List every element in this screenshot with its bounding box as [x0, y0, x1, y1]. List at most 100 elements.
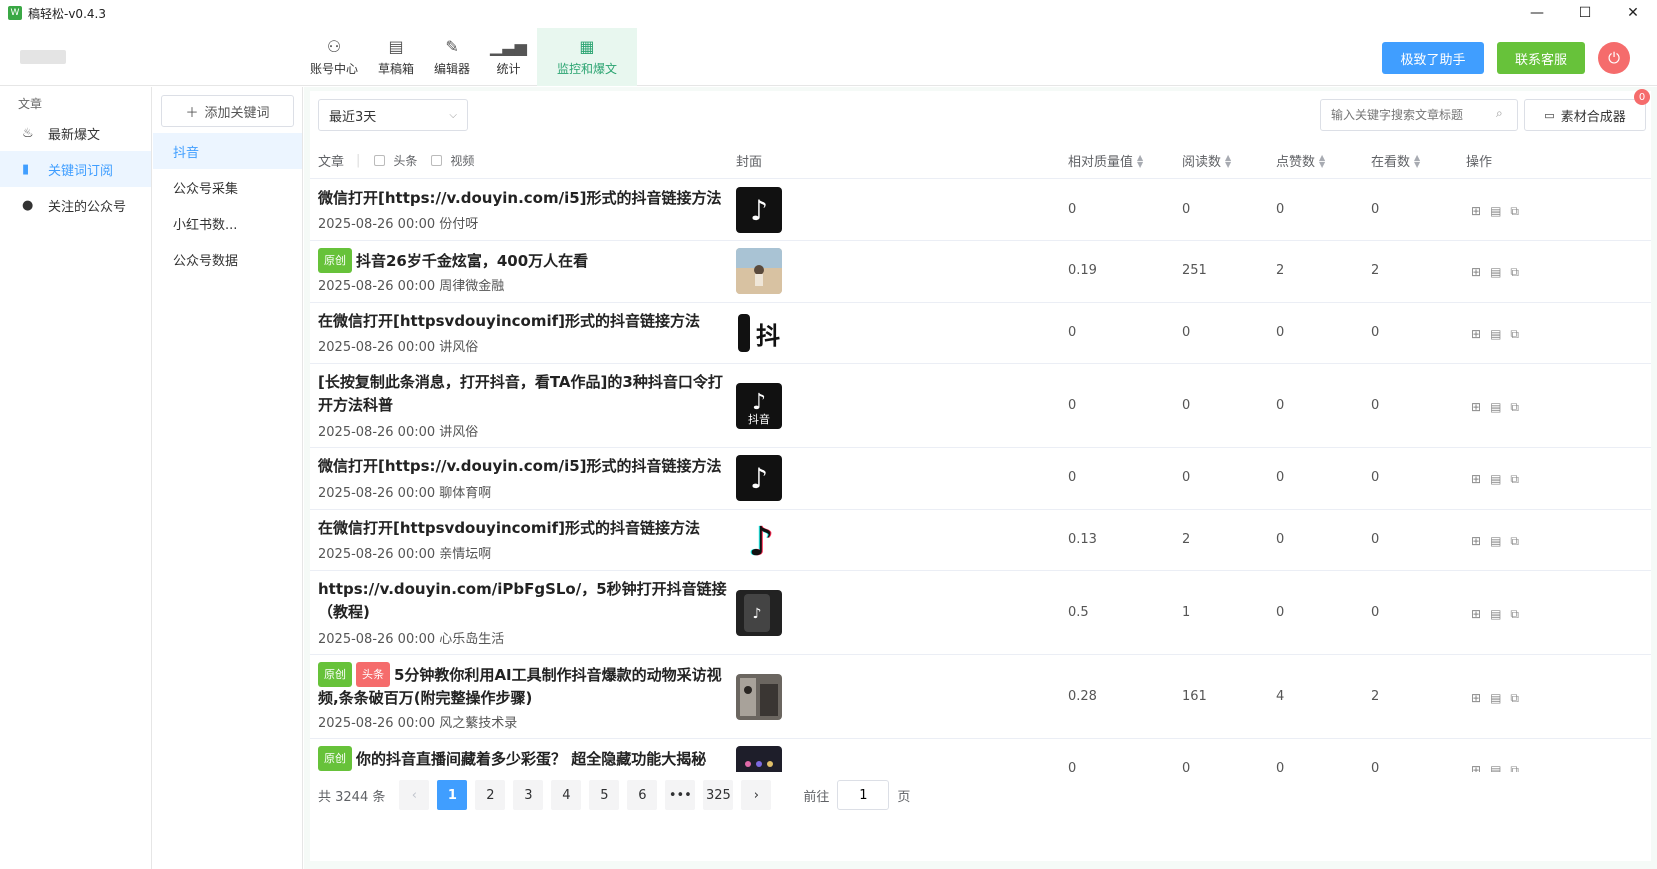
cover-image[interactable] — [736, 248, 782, 294]
sidebar-item-latest[interactable]: ♨ 最新爆文 — [0, 115, 151, 151]
table-row[interactable]: 微信打开[https://v.douyin.com/i5]形式的抖音链接方法 2… — [310, 180, 1651, 241]
add-keyword-button[interactable]: ＋ 添加关键词 — [161, 95, 294, 127]
keyword-item[interactable]: 公众号采集 — [153, 169, 302, 205]
tab-monitor[interactable]: ▦ 监控和爆文 — [536, 28, 637, 86]
copy-icon[interactable]: ⧉ — [1510, 327, 1519, 342]
col-quality[interactable]: 相对质量值 ▲ ▼ — [1068, 151, 1143, 170]
article-title[interactable]: 原创 抖音26岁千金炫富，400万人在看 — [318, 248, 728, 273]
article-title[interactable]: [长按复制此条消息，打开抖音，看TA作品]的3种抖音口令打开方法科普 — [318, 371, 728, 417]
copy-icon[interactable]: ⧉ — [1510, 763, 1519, 772]
prev-page-button[interactable]: ‹ — [399, 780, 430, 810]
tab-account-center[interactable]: ⚇ 账号中心 — [300, 28, 368, 86]
sidebar-item-keyword-sub[interactable]: ▮ 关键词订阅 — [0, 151, 151, 187]
folder-add-icon[interactable]: ⊞ — [1471, 472, 1481, 487]
minimize-button[interactable]: — — [1513, 0, 1561, 26]
sidebar-item-followed[interactable]: ● 关注的公众号 — [0, 187, 151, 223]
page-button[interactable]: 6 — [627, 780, 658, 810]
cover-image[interactable]: 抖 — [736, 310, 782, 356]
article-title[interactable]: 在微信打开[httpsvdouyincomif]形式的抖音链接方法 — [318, 310, 728, 333]
assistant-button[interactable]: 极致了助手 — [1382, 42, 1484, 74]
col-reads[interactable]: 阅读数 ▲ ▼ — [1182, 151, 1231, 170]
folder-add-icon[interactable]: ⊞ — [1471, 204, 1481, 219]
keyword-item[interactable]: 公众号数据 — [153, 241, 302, 277]
folder-add-icon[interactable]: ⊞ — [1471, 691, 1481, 706]
page-button[interactable]: 2 — [475, 780, 506, 810]
table-row[interactable]: 原创 你的抖音直播间藏着多少彩蛋？ 超全隐藏功能大揭秘 0 0 0 0 ⊞ ▤ ⧉ — [310, 739, 1651, 772]
headline-checkbox[interactable] — [374, 155, 386, 166]
next-page-button[interactable]: › — [741, 780, 772, 810]
table-row[interactable]: [长按复制此条消息，打开抖音，看TA作品]的3种抖音口令打开方法科普 2025-… — [310, 364, 1651, 448]
goto-page-input[interactable] — [837, 780, 890, 810]
document-icon[interactable]: ▤ — [1490, 607, 1501, 622]
document-icon[interactable]: ▤ — [1490, 204, 1501, 219]
document-icon[interactable]: ▤ — [1490, 400, 1501, 415]
article-title[interactable]: 原创 你的抖音直播间藏着多少彩蛋？ 超全隐藏功能大揭秘 — [318, 746, 728, 771]
page-button[interactable]: 5 — [589, 780, 620, 810]
date-range-select[interactable]: 最近3天 ⌵ — [318, 99, 468, 131]
article-title[interactable]: 微信打开[https://v.douyin.com/i5]形式的抖音链接方法 — [318, 455, 728, 478]
tab-drafts[interactable]: ▤ 草稿箱 — [368, 28, 424, 86]
folder-add-icon[interactable]: ⊞ — [1471, 534, 1481, 549]
article-title[interactable]: 在微信打开[httpsvdouyincomif]形式的抖音链接方法 — [318, 517, 728, 540]
table-row[interactable]: 在微信打开[httpsvdouyincomif]形式的抖音链接方法 2025-0… — [310, 510, 1651, 571]
copy-icon[interactable]: ⧉ — [1510, 534, 1519, 549]
cover-image[interactable] — [736, 746, 782, 772]
document-icon[interactable]: ▤ — [1490, 691, 1501, 706]
copy-icon[interactable]: ⧉ — [1510, 472, 1519, 487]
copy-icon[interactable]: ⧉ — [1510, 265, 1519, 280]
cover-image[interactable]: ♪ — [736, 455, 782, 501]
table-row[interactable]: 微信打开[https://v.douyin.com/i5]形式的抖音链接方法 2… — [310, 448, 1651, 510]
contact-service-button[interactable]: 联系客服 — [1497, 42, 1585, 74]
compose-button[interactable]: ▭ 素材合成器 — [1524, 99, 1646, 131]
cover-image[interactable] — [736, 674, 782, 720]
copy-icon[interactable]: ⧉ — [1510, 204, 1519, 219]
page-button[interactable]: 4 — [551, 780, 582, 810]
folder-add-icon[interactable]: ⊞ — [1471, 400, 1481, 415]
table-row[interactable]: https://v.douyin.com/iPbFgSLo/，5秒钟打开抖音链接… — [310, 571, 1651, 655]
copy-icon[interactable]: ⧉ — [1510, 400, 1519, 415]
page-button[interactable]: 3 — [513, 780, 544, 810]
document-icon[interactable]: ▤ — [1490, 327, 1501, 342]
document-icon[interactable]: ▤ — [1490, 534, 1501, 549]
sort-icon[interactable]: ▲ ▼ — [1319, 153, 1325, 168]
folder-add-icon[interactable]: ⊞ — [1471, 763, 1481, 772]
cover-image[interactable]: ♪ 抖音 — [736, 383, 782, 429]
search-icon[interactable]: ⌕ — [1496, 106, 1503, 121]
document-icon[interactable]: ▤ — [1490, 472, 1501, 487]
maximize-button[interactable]: ☐ — [1561, 0, 1609, 26]
folder-add-icon[interactable]: ⊞ — [1471, 265, 1481, 280]
tab-stats[interactable]: ▁▃▅ 统计 — [480, 28, 537, 86]
cover-image[interactable]: ♪ — [736, 187, 782, 233]
video-checkbox[interactable] — [431, 155, 443, 166]
tab-editor[interactable]: ✎ 编辑器 — [424, 28, 480, 86]
document-icon[interactable]: ▤ — [1490, 763, 1501, 772]
keyword-item[interactable]: 抖音 — [153, 133, 302, 169]
col-likes[interactable]: 点赞数 ▲ ▼ — [1276, 151, 1325, 170]
page-button[interactable]: 1 — [437, 780, 468, 810]
table-row[interactable]: 原创 抖音26岁千金炫富，400万人在看 2025-08-26 00:00 周律微… — [310, 241, 1651, 303]
document-icon: ▦ — [579, 37, 595, 56]
copy-icon[interactable]: ⧉ — [1510, 607, 1519, 622]
cover-image[interactable]: ♪ ♪ ♪ — [736, 517, 782, 563]
copy-icon[interactable]: ⧉ — [1510, 691, 1519, 706]
col-watching[interactable]: 在看数 ▲ ▼ — [1371, 151, 1420, 170]
power-icon[interactable]: ⏻ — [1598, 42, 1630, 74]
article-title[interactable]: 微信打开[https://v.douyin.com/i5]形式的抖音链接方法 — [318, 187, 728, 210]
table-row[interactable]: 原创 头条 5分钟教你利用AI工具制作抖音爆款的动物采访视频,条条破百万(附完整操作… — [310, 655, 1651, 739]
keyword-item[interactable]: 小红书数... — [153, 205, 302, 241]
search-input[interactable] — [1320, 99, 1518, 131]
page-button[interactable]: 325 — [703, 780, 734, 810]
cover-image[interactable]: ♪ — [736, 590, 782, 636]
table-row[interactable]: 在微信打开[httpsvdouyincomif]形式的抖音链接方法 2025-0… — [310, 303, 1651, 364]
sort-icon[interactable]: ▲ ▼ — [1414, 153, 1420, 168]
sort-icon[interactable]: ▲ ▼ — [1137, 153, 1143, 168]
folder-add-icon[interactable]: ⊞ — [1471, 607, 1481, 622]
document-icon[interactable]: ▤ — [1490, 265, 1501, 280]
more-pages-button[interactable]: ••• — [665, 780, 696, 810]
article-title[interactable]: 原创 头条 5分钟教你利用AI工具制作抖音爆款的动物采访视频,条条破百万(附完整操作… — [318, 662, 728, 710]
sort-icon[interactable]: ▲ ▼ — [1225, 153, 1231, 168]
article-title[interactable]: https://v.douyin.com/iPbFgSLo/，5秒钟打开抖音链接… — [318, 578, 728, 624]
close-button[interactable]: ✕ — [1609, 0, 1657, 26]
avatar[interactable] — [20, 50, 66, 64]
folder-add-icon[interactable]: ⊞ — [1471, 327, 1481, 342]
